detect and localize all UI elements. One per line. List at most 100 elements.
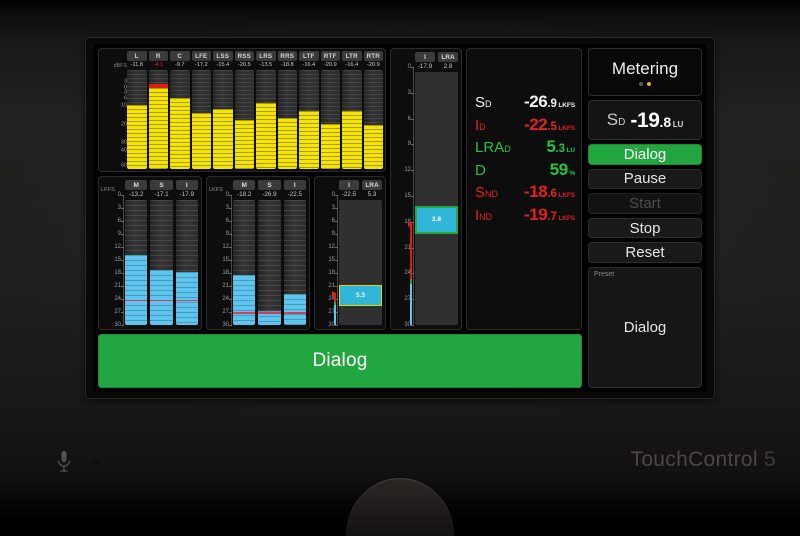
loudness-b-meter[interactable]: I -22.5 [283,180,306,325]
ppm-channel[interactable]: LRS -13.5 [256,51,276,169]
ppm-channel-value: -20.9 [366,62,380,69]
sidebar-button-reset[interactable]: Reset [588,242,702,263]
ppm-channel[interactable]: LTR -16.4 [342,51,362,169]
target-level-line [258,312,281,314]
target-level-line [125,299,148,302]
readout-value: -22.5 LKFS [524,116,575,134]
loudness-b-meter[interactable]: M -18.2 [233,180,256,325]
loudness-b-scale-tick: 0 [225,192,233,198]
loudness-b-meter-track [258,199,281,325]
device-chassis: dBFS 3 0 3 6 10 20 30 40 60 L -11.8 R -4.1 C -9.7 LFE -… [0,0,800,536]
loudness-c-lra-track: 5.3 [339,199,382,325]
readout-row: LRAD 5.3 LU [475,138,575,155]
loudness-a-meter-value: -13.2 [128,191,144,199]
ppm-channel-fill [148,87,168,169]
loudness-b-meter-fill [233,274,256,325]
loudness-a-scale-tick: 27 [114,309,124,315]
ppm-channel-track [342,69,362,169]
ppm-channel-fill [191,113,211,169]
control-knob[interactable] [346,478,454,536]
preset-button[interactable]: Preset Dialog [588,267,702,388]
ppm-channel-fill [320,124,340,169]
sidebar-button-pause[interactable]: Pause [588,168,702,190]
readout-label: SND [475,184,499,201]
page-dot[interactable] [639,81,643,86]
readout-value-integer: 5 [546,137,556,156]
center-lra-track-wrap: 2.8 [408,71,458,325]
readout-value-fraction: .5 [547,120,557,133]
ppm-channel-value: -11.8 [130,62,143,69]
readout-value-integer: -26 [523,92,548,111]
sd-value-fraction: .8 [659,113,672,130]
readout-value-integer: 59 [549,159,569,179]
loudness-b-meter-fill [283,293,306,325]
ppm-channel[interactable]: RSS -20.5 [234,51,254,169]
readout-label: LRAD [475,139,511,156]
page-indicator-dots [639,81,651,86]
ppm-channel-fill [256,103,276,169]
loudness-a-scale-tick: 0 [117,192,125,198]
ppm-channel-track [213,69,233,169]
readout-label-subscript: D [479,121,486,132]
readout-value-fraction: .9 [547,98,557,110]
ppm-channel[interactable]: LFE -17.2 [191,51,211,169]
loudness-a-meter-fill [150,269,173,325]
ppm-channel-fill [234,120,254,169]
loudness-c-lra-meter[interactable]: I LRA -22.5 5.3 5.3 [332,180,382,325]
page-dot[interactable] [647,81,651,86]
ppm-channel[interactable]: R -4.1 [148,51,168,169]
target-level-line [233,312,256,314]
target-level-line [175,299,198,302]
sidebar-button-stop[interactable]: Stop [588,217,702,239]
loudness-a-meter[interactable]: S -17.1 [150,180,173,325]
loudness-a-meter[interactable]: M -13.2 [125,180,148,325]
ppm-channel[interactable]: RRS -18.8 [277,51,297,169]
center-marker-column [408,72,414,325]
loudness-a-scale-tick: 6 [117,218,125,224]
numeric-readout-panel: SD -26.9 LKFS ID -22.5 LKFS LRAD 5.3 LU D 59% SND -1… [466,48,582,330]
sidebar-button-list: Dialog Pause Start Stop Reset [588,144,702,263]
loudness-b-meter-tag: M [233,180,256,190]
loudness-b-scale: 0 3 6 9 12 15 18 21 24 27 30 [210,192,233,328]
readout-value: -26.9 LKFS [524,93,575,111]
ppm-channel[interactable]: RTR -20.9 [363,51,383,169]
ppm-channel-tag: R [148,51,168,61]
loudness-c-integrated-tag: I [339,180,359,190]
readout-label-subscript: ND [485,189,499,199]
readout-value-fraction: .7 [547,210,557,223]
indicator-dot [92,461,99,468]
ppm-channel-tag: LRS [256,51,276,61]
ppm-channel[interactable]: C -9.7 [170,51,190,169]
loudness-b-meter[interactable]: S -26.9 [258,180,281,325]
loudness-c-lra-value: 5.3 [367,191,377,199]
sidebar-button-label: Start [629,194,661,212]
ppm-channel[interactable]: L -11.8 [127,51,147,169]
numeric-readout-list: SD -26.9 LKFS ID -22.5 LKFS LRAD 5.3 LU D 59% SND -1… [467,49,581,329]
readout-label: ID [475,116,486,134]
loudness-c-lra-track-wrap: 5.3 [332,199,382,325]
loudness-a-scale-tick: 21 [114,283,124,289]
sidebar-button-dialog[interactable]: Dialog [588,144,702,165]
dialog-status-bar[interactable]: Dialog [98,334,582,388]
ppm-channel-value: -9.7 [174,62,185,69]
ppm-channel-track [170,69,190,169]
sidebar-button-start: Start [588,193,702,214]
center-lra-range-box: 2.8 [415,205,458,234]
ppm-channel-tag: LFE [191,51,211,61]
ppm-channel[interactable]: LSS -15.4 [213,51,233,169]
ppm-channel[interactable]: LTF -16.4 [299,51,319,169]
readout-unit: LKFS [558,124,575,132]
ppm-channel[interactable]: RTF -20.9 [320,51,340,169]
menu-title[interactable]: Metering [588,48,702,96]
loudness-b-scale-tick: 12 [222,244,232,250]
sidebar-button-label: Stop [629,219,661,237]
loudness-a-meter[interactable]: I -17.9 [175,180,198,325]
loudness-b-scale-tick: 24 [222,296,232,302]
loudness-a-meter-value: -17.9 [179,191,194,199]
readout-value-integer: -19 [523,204,548,224]
ppm-channel-tag: RTR [363,51,383,61]
menu-title-label: Metering [611,58,679,78]
ppm-channel-fill [342,111,362,169]
dialog-status-label: Dialog [312,350,368,371]
center-lra-meter[interactable]: I LRA -17.9 2.8 2.8 [408,52,458,325]
